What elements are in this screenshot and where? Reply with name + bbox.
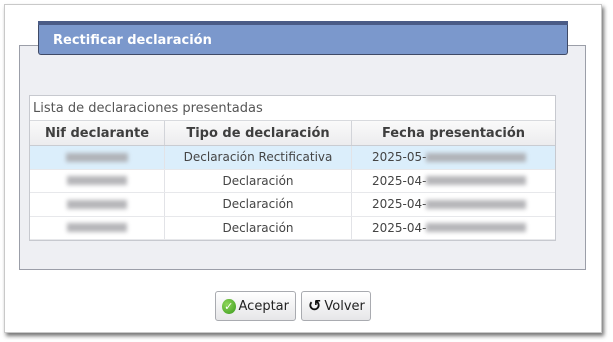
redacted-date [426, 176, 527, 186]
fecha-cell: 2025-04- [352, 170, 555, 193]
accept-button[interactable]: ✓ Aceptar [215, 291, 296, 321]
tipo-cell: Declaración Rectificativa [165, 146, 352, 169]
redacted-date [426, 199, 527, 209]
check-circle-icon: ✓ [222, 298, 236, 314]
undo-icon: ↺ [308, 296, 322, 315]
fecha-cell: 2025-04- [352, 217, 555, 240]
redacted-date [426, 152, 527, 162]
nif-cell [30, 216, 165, 239]
table-body: Declaración Rectificativa 2025-05- Decla… [30, 146, 555, 240]
table-header: Nif declarante Tipo de declaración Fecha… [30, 120, 555, 146]
column-header-fecha[interactable]: Fecha presentación [352, 121, 555, 145]
nif-cell [30, 169, 165, 192]
fecha-cell: 2025-05- [352, 146, 555, 169]
tipo-cell: Declaración [165, 169, 352, 192]
list-caption: Lista de declaraciones presentadas [33, 101, 263, 116]
back-label: Volver [324, 298, 365, 314]
accept-label: Aceptar [238, 298, 289, 314]
declarations-list: Lista de declaraciones presentadas Nif d… [29, 95, 556, 241]
column-header-nif[interactable]: Nif declarante [30, 121, 165, 145]
table-row[interactable]: Declaración 2025-04- [30, 216, 555, 240]
redacted-nif [67, 199, 127, 209]
tipo-cell: Declaración [165, 193, 352, 216]
table-row[interactable]: Declaración 2025-04- [30, 169, 555, 193]
redacted-nif [67, 223, 127, 233]
fecha-text: 2025-05- [372, 150, 427, 165]
back-button[interactable]: ↺ Volver [301, 291, 371, 321]
table-row[interactable]: Declaración Rectificativa 2025-05- [30, 146, 555, 170]
redacted-nif [67, 176, 127, 186]
nif-cell [30, 146, 165, 169]
table-row[interactable]: Declaración 2025-04- [30, 193, 555, 217]
redacted-date [426, 223, 527, 233]
fecha-text: 2025-04- [372, 220, 427, 235]
column-header-tipo[interactable]: Tipo de declaración [165, 121, 352, 145]
redacted-nif [66, 152, 128, 162]
panel-header: Rectificar declaración [38, 21, 568, 55]
fecha-cell: 2025-04- [352, 193, 555, 216]
tipo-cell: Declaración [165, 216, 352, 239]
fecha-text: 2025-04- [372, 197, 427, 212]
nif-cell [30, 193, 165, 216]
panel-title: Rectificar declaración [53, 33, 212, 48]
fecha-text: 2025-04- [372, 173, 427, 188]
